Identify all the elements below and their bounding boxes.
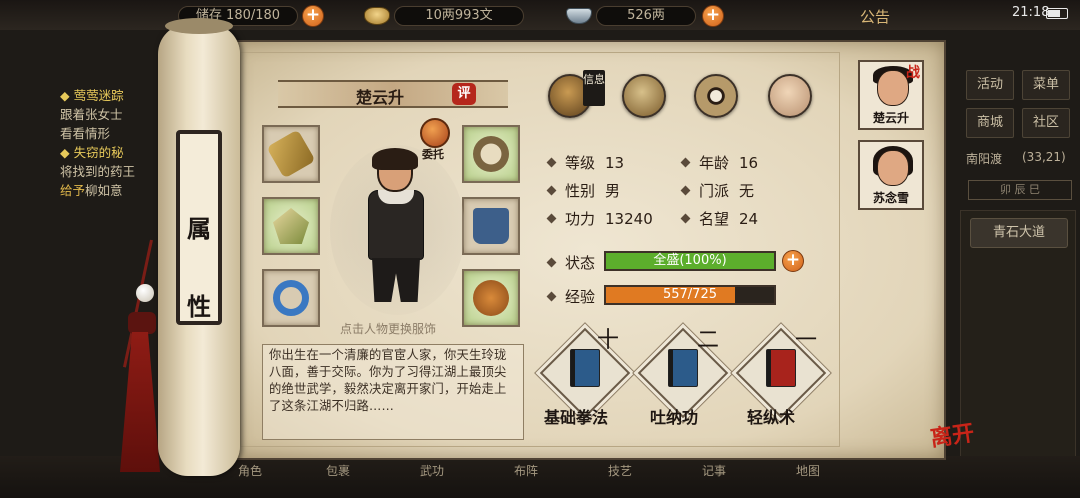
hero-collar — [378, 190, 414, 204]
nav-journal[interactable]: 记事 — [702, 462, 726, 479]
character-name: 楚云升 — [355, 88, 404, 107]
party-member-1[interactable]: 楚云升 战 — [858, 60, 924, 130]
storage-add-button[interactable]: + — [302, 5, 324, 27]
exp-label: 经验 — [546, 286, 595, 307]
character-bio: 你出生在一个清廉的官宦人家，你天生玲珑八面，善于交际。你为了习得江湖上最顶尖的绝… — [262, 344, 524, 440]
quest-desc: 跟着张女士 — [60, 107, 123, 122]
menu-button[interactable]: 菜单 — [1022, 70, 1070, 100]
skill-name-3[interactable]: 轻纵术 — [747, 404, 795, 428]
exp-bar: 557/725 — [604, 285, 776, 305]
tassel-bead — [136, 284, 154, 302]
stat-level-value: 13 — [605, 154, 625, 172]
quest-link[interactable]: 给予 — [60, 183, 85, 198]
delegate-label[interactable]: 委托 — [422, 146, 444, 162]
skill-name-1[interactable]: 基础拳法 — [544, 404, 608, 428]
stat-fame-value: 24 — [739, 210, 759, 228]
equip-slot-weapon[interactable] — [262, 125, 320, 183]
scroll-cap — [165, 18, 233, 34]
silver-counter: 526两 — [596, 6, 696, 26]
skill-book-icon — [668, 349, 698, 387]
announcement-button[interactable]: 公告 — [860, 6, 890, 27]
stat-power-value: 13240 — [605, 210, 653, 228]
equip-slot-armor[interactable] — [462, 197, 520, 255]
quest-title: 莺莺迷踪 — [73, 88, 124, 103]
road-travel-button[interactable]: 青石大道 — [970, 218, 1068, 248]
talisman-icon — [273, 208, 309, 244]
silver-add-button[interactable]: + — [702, 5, 724, 27]
quest-tracker[interactable]: ◆ 莺莺迷踪 跟着张女士 看看情形 ◆ 失窃的秘 将找到的药王 给予柳如意 — [60, 86, 170, 216]
community-button[interactable]: 社区 — [1022, 108, 1070, 138]
portrait-face — [877, 70, 909, 106]
page-title-char: 性 — [187, 292, 211, 321]
stat-level: 等级 13 — [546, 152, 625, 173]
party-member-2[interactable]: 苏念雪 — [858, 140, 924, 210]
time-of-day-tabs[interactable]: 卯 辰 巳 — [968, 180, 1072, 200]
leave-button[interactable]: 离开 — [928, 415, 976, 453]
outfit-hint: 点击人物更换服饰 — [340, 322, 437, 336]
armor-icon — [473, 208, 509, 244]
tassel-knot — [128, 312, 156, 334]
stat-sect: 门派无 — [680, 180, 755, 201]
bagua-icon[interactable] — [694, 74, 738, 118]
copper-coin-icon — [364, 7, 390, 25]
skill-book-icon — [766, 349, 796, 387]
page-title-char: 属 — [187, 214, 211, 243]
bracer-icon — [266, 129, 316, 179]
equip-slot-hat[interactable] — [462, 125, 520, 183]
skill-rank-1: 十 — [597, 328, 620, 353]
party-member-name: 苏念雪 — [872, 191, 909, 205]
stat-power: 功力 13240 — [546, 208, 653, 229]
clock: 21:18 — [1012, 5, 1050, 20]
stat-age: 年龄 16 — [680, 152, 759, 173]
equip-slot-accessory[interactable] — [262, 197, 320, 255]
activity-button[interactable]: 活动 — [966, 70, 1014, 100]
quest-desc: 将找到的药王 — [60, 164, 136, 179]
skill-name-2[interactable]: 吐纳功 — [650, 404, 698, 428]
nav-martial-arts[interactable]: 武功 — [420, 462, 444, 479]
location-name: 南阳渡 — [966, 152, 1003, 166]
equip-slot-ring[interactable] — [262, 269, 320, 327]
nav-skills[interactable]: 技艺 — [608, 462, 632, 479]
page-title: 属 性 — [180, 190, 218, 346]
hat-icon — [473, 136, 509, 172]
location-coords: (33,21) — [1022, 150, 1066, 164]
muscle-figure-icon[interactable] — [768, 74, 812, 118]
hero-hair — [372, 148, 418, 170]
exp-text: 557/725 — [662, 287, 717, 302]
equip-slot-pendant[interactable] — [462, 269, 520, 327]
status-bar: 全盛(100%) — [604, 251, 776, 271]
nav-formation[interactable]: 布阵 — [514, 462, 538, 479]
battle-tag: 战 — [906, 65, 920, 81]
nav-bag[interactable]: 包裹 — [326, 462, 350, 479]
battery-icon — [1046, 8, 1068, 19]
stat-fame: 名望 24 — [680, 208, 759, 229]
skill-rank-3: 一 — [795, 328, 818, 353]
shop-button[interactable]: 商城 — [966, 108, 1014, 138]
stat-gender: 性别男 — [546, 180, 621, 201]
status-text: 全盛(100%) — [653, 253, 727, 268]
nav-character[interactable]: 角色 — [238, 462, 262, 479]
skill-rank-2: 二 — [697, 328, 720, 353]
delegate-icon[interactable] — [420, 118, 450, 148]
rate-badge[interactable]: 评 — [452, 83, 476, 105]
nav-map[interactable]: 地图 — [796, 462, 820, 479]
quest-title: 失窃的秘 — [73, 145, 124, 160]
party-member-name: 楚云升 — [872, 111, 909, 125]
scroll-book-icon[interactable] — [622, 74, 666, 118]
portrait-face — [877, 150, 909, 186]
quest-desc: 看看情形 — [60, 126, 111, 141]
stat-age-value: 16 — [739, 154, 759, 172]
pendant-icon — [473, 280, 509, 316]
copper-counter: 10两993文 — [394, 6, 524, 26]
quest-desc: 柳如意 — [85, 183, 123, 198]
top-status-bar — [0, 0, 1080, 30]
status-restore-button[interactable]: + — [782, 250, 804, 272]
stat-gender-value: 男 — [605, 182, 621, 200]
skill-book-icon — [570, 349, 600, 387]
ring-icon — [273, 280, 309, 316]
stat-sect-value: 无 — [739, 182, 755, 200]
info-tag[interactable]: 信息 — [583, 70, 605, 106]
status-label: 状态 — [546, 252, 595, 273]
